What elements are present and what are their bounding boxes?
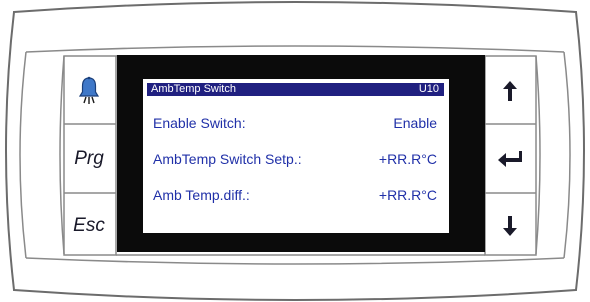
- alarm-button[interactable]: [66, 60, 112, 122]
- parameter-value[interactable]: +RR.R°C: [379, 187, 437, 203]
- enter-icon: [498, 151, 522, 167]
- screen-header: AmbTemp Switch U10: [147, 83, 444, 96]
- parameter-label: AmbTemp Switch Setp.:: [153, 151, 302, 167]
- bell-icon: [78, 76, 100, 104]
- prg-button[interactable]: Prg: [66, 126, 112, 192]
- screen-code: U10: [418, 83, 439, 95]
- screen-title: AmbTemp Switch: [151, 83, 236, 95]
- parameter-label: Amb Temp.diff.:: [153, 187, 250, 203]
- parameter-label: Enable Switch:: [153, 115, 246, 131]
- parameter-value[interactable]: Enable: [393, 115, 437, 131]
- arrow-down-icon: [503, 216, 517, 236]
- lcd-screen: AmbTemp Switch U10 Enable Switch: Enable…: [143, 79, 449, 233]
- parameter-value[interactable]: +RR.R°C: [379, 151, 437, 167]
- arrow-up-icon: [503, 81, 517, 101]
- up-button[interactable]: [487, 60, 533, 122]
- enter-button[interactable]: [487, 126, 533, 192]
- down-button[interactable]: [487, 195, 533, 257]
- controller-panel: AmbTemp Switch U10 Enable Switch: Enable…: [0, 0, 590, 302]
- esc-button[interactable]: Esc: [66, 195, 112, 257]
- esc-label: Esc: [73, 215, 105, 236]
- prg-label: Prg: [74, 148, 104, 169]
